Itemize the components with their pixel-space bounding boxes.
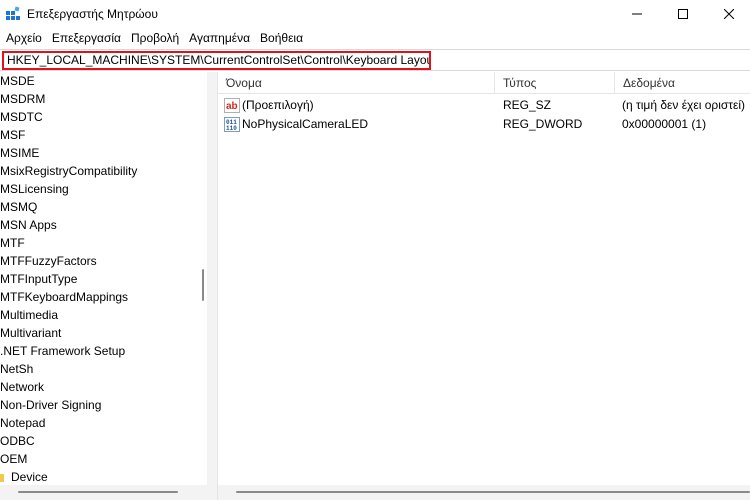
- tree-item-device[interactable]: Device: [0, 468, 197, 485]
- key-tree: MSDE MSDRM MSDTC MSF MSIME MsixRegistryC…: [0, 72, 197, 485]
- tree-vertical-scrollbar[interactable]: [199, 72, 207, 485]
- window-title: Επεξεργαστής Μητρώου: [27, 7, 158, 21]
- tree-item-netsh[interactable]: NetSh: [0, 360, 197, 378]
- tree-item-msdtc[interactable]: MSDTC: [0, 108, 197, 126]
- value-row-nophysicalcameraled[interactable]: 011 110 NoPhysicalCameraLED REG_DWORD 0x…: [218, 115, 750, 134]
- column-headers: Όνομα Τύπος Δεδομένα: [218, 72, 750, 94]
- tree-item-multivariant[interactable]: Multivariant: [0, 324, 197, 342]
- minimize-button[interactable]: [614, 0, 660, 28]
- close-button[interactable]: [706, 0, 750, 28]
- maximize-button[interactable]: [660, 0, 706, 28]
- address-input[interactable]: HKEY_LOCAL_MACHINE\SYSTEM\CurrentControl…: [2, 51, 431, 70]
- tree-item-msixregistrycompatibility[interactable]: MsixRegistryCompatibility: [0, 162, 197, 180]
- menu-favorites[interactable]: Αγαπημένα: [184, 28, 255, 48]
- address-bar: HKEY_LOCAL_MACHINE\SYSTEM\CurrentControl…: [0, 49, 750, 71]
- tree-item-msde[interactable]: MSDE: [0, 72, 197, 90]
- tree-item-mslicensing[interactable]: MSLicensing: [0, 180, 197, 198]
- values-horizontal-scrollbar-thumb[interactable]: [236, 491, 750, 493]
- tree-item-mtfkeyboardmappings[interactable]: MTFKeyboardMappings: [0, 288, 197, 306]
- column-header-name[interactable]: Όνομα: [218, 72, 495, 94]
- registry-editor-icon: [6, 6, 20, 20]
- tree-item-device-label: Device: [11, 470, 48, 484]
- tree-item-notepad[interactable]: Notepad: [0, 414, 197, 432]
- tree-item-msn-apps[interactable]: MSN Apps: [0, 216, 197, 234]
- menu-edit[interactable]: Επεξεργασία: [47, 28, 126, 48]
- values-pane[interactable]: Όνομα Τύπος Δεδομένα ab (Προεπιλογή) REG…: [218, 72, 750, 485]
- value-row-default[interactable]: ab (Προεπιλογή) REG_SZ (η τιμή δεν έχει …: [218, 96, 750, 115]
- tree-item-mtf[interactable]: MTF: [0, 234, 197, 252]
- menu-view[interactable]: Προβολή: [126, 28, 184, 48]
- tree-item-odbc[interactable]: ODBC: [0, 432, 197, 450]
- close-icon: [724, 9, 734, 19]
- svg-text:ab: ab: [226, 101, 238, 112]
- tree-horizontal-scrollbar-thumb[interactable]: [18, 491, 178, 493]
- binary-value-icon: 011 110: [224, 117, 240, 132]
- key-tree-pane[interactable]: MSDE MSDRM MSDTC MSF MSIME MsixRegistryC…: [0, 72, 207, 485]
- maximize-icon: [678, 9, 688, 19]
- tree-item-msf[interactable]: MSF: [0, 126, 197, 144]
- tree-item-non-driver-signing[interactable]: Non-Driver Signing: [0, 396, 197, 414]
- tree-item-msmq[interactable]: MSMQ: [0, 198, 197, 216]
- tree-item-mtffuzzyfactors[interactable]: MTFFuzzyFactors: [0, 252, 197, 270]
- tree-item-msime[interactable]: MSIME: [0, 144, 197, 162]
- value-name: (Προεπιλογή): [242, 98, 314, 112]
- value-data: 0x00000001 (1): [622, 117, 707, 131]
- minimize-icon: [632, 13, 642, 15]
- tree-item-msdrm[interactable]: MSDRM: [0, 90, 197, 108]
- folder-icon: [0, 474, 4, 482]
- value-type: REG_DWORD: [503, 117, 583, 131]
- column-header-data[interactable]: Δεδομένα: [615, 72, 750, 94]
- title-bar[interactable]: Επεξεργαστής Μητρώου: [0, 0, 750, 28]
- tree-item-network[interactable]: Network: [0, 378, 197, 396]
- value-name: NoPhysicalCameraLED: [242, 117, 369, 131]
- value-type: REG_SZ: [503, 98, 552, 112]
- menu-help[interactable]: Βοήθεια: [255, 28, 308, 48]
- tree-item-net-framework-setup[interactable]: .NET Framework Setup: [0, 342, 197, 360]
- value-data: (η τιμή δεν έχει οριστεί): [622, 98, 746, 112]
- string-value-icon: ab: [224, 98, 240, 113]
- menu-bar: Αρχείο Επεξεργασία Προβολή Αγαπημένα Βοή…: [0, 28, 750, 48]
- tree-scrollbar-thumb[interactable]: [202, 269, 204, 301]
- svg-text:110: 110: [226, 125, 237, 132]
- tree-item-mtfinputtype[interactable]: MTFInputType: [0, 270, 197, 288]
- tree-item-oem[interactable]: OEM: [0, 450, 197, 468]
- tree-item-multimedia[interactable]: Multimedia: [0, 306, 197, 324]
- column-header-type[interactable]: Τύπος: [495, 72, 615, 94]
- menu-file[interactable]: Αρχείο: [1, 28, 47, 48]
